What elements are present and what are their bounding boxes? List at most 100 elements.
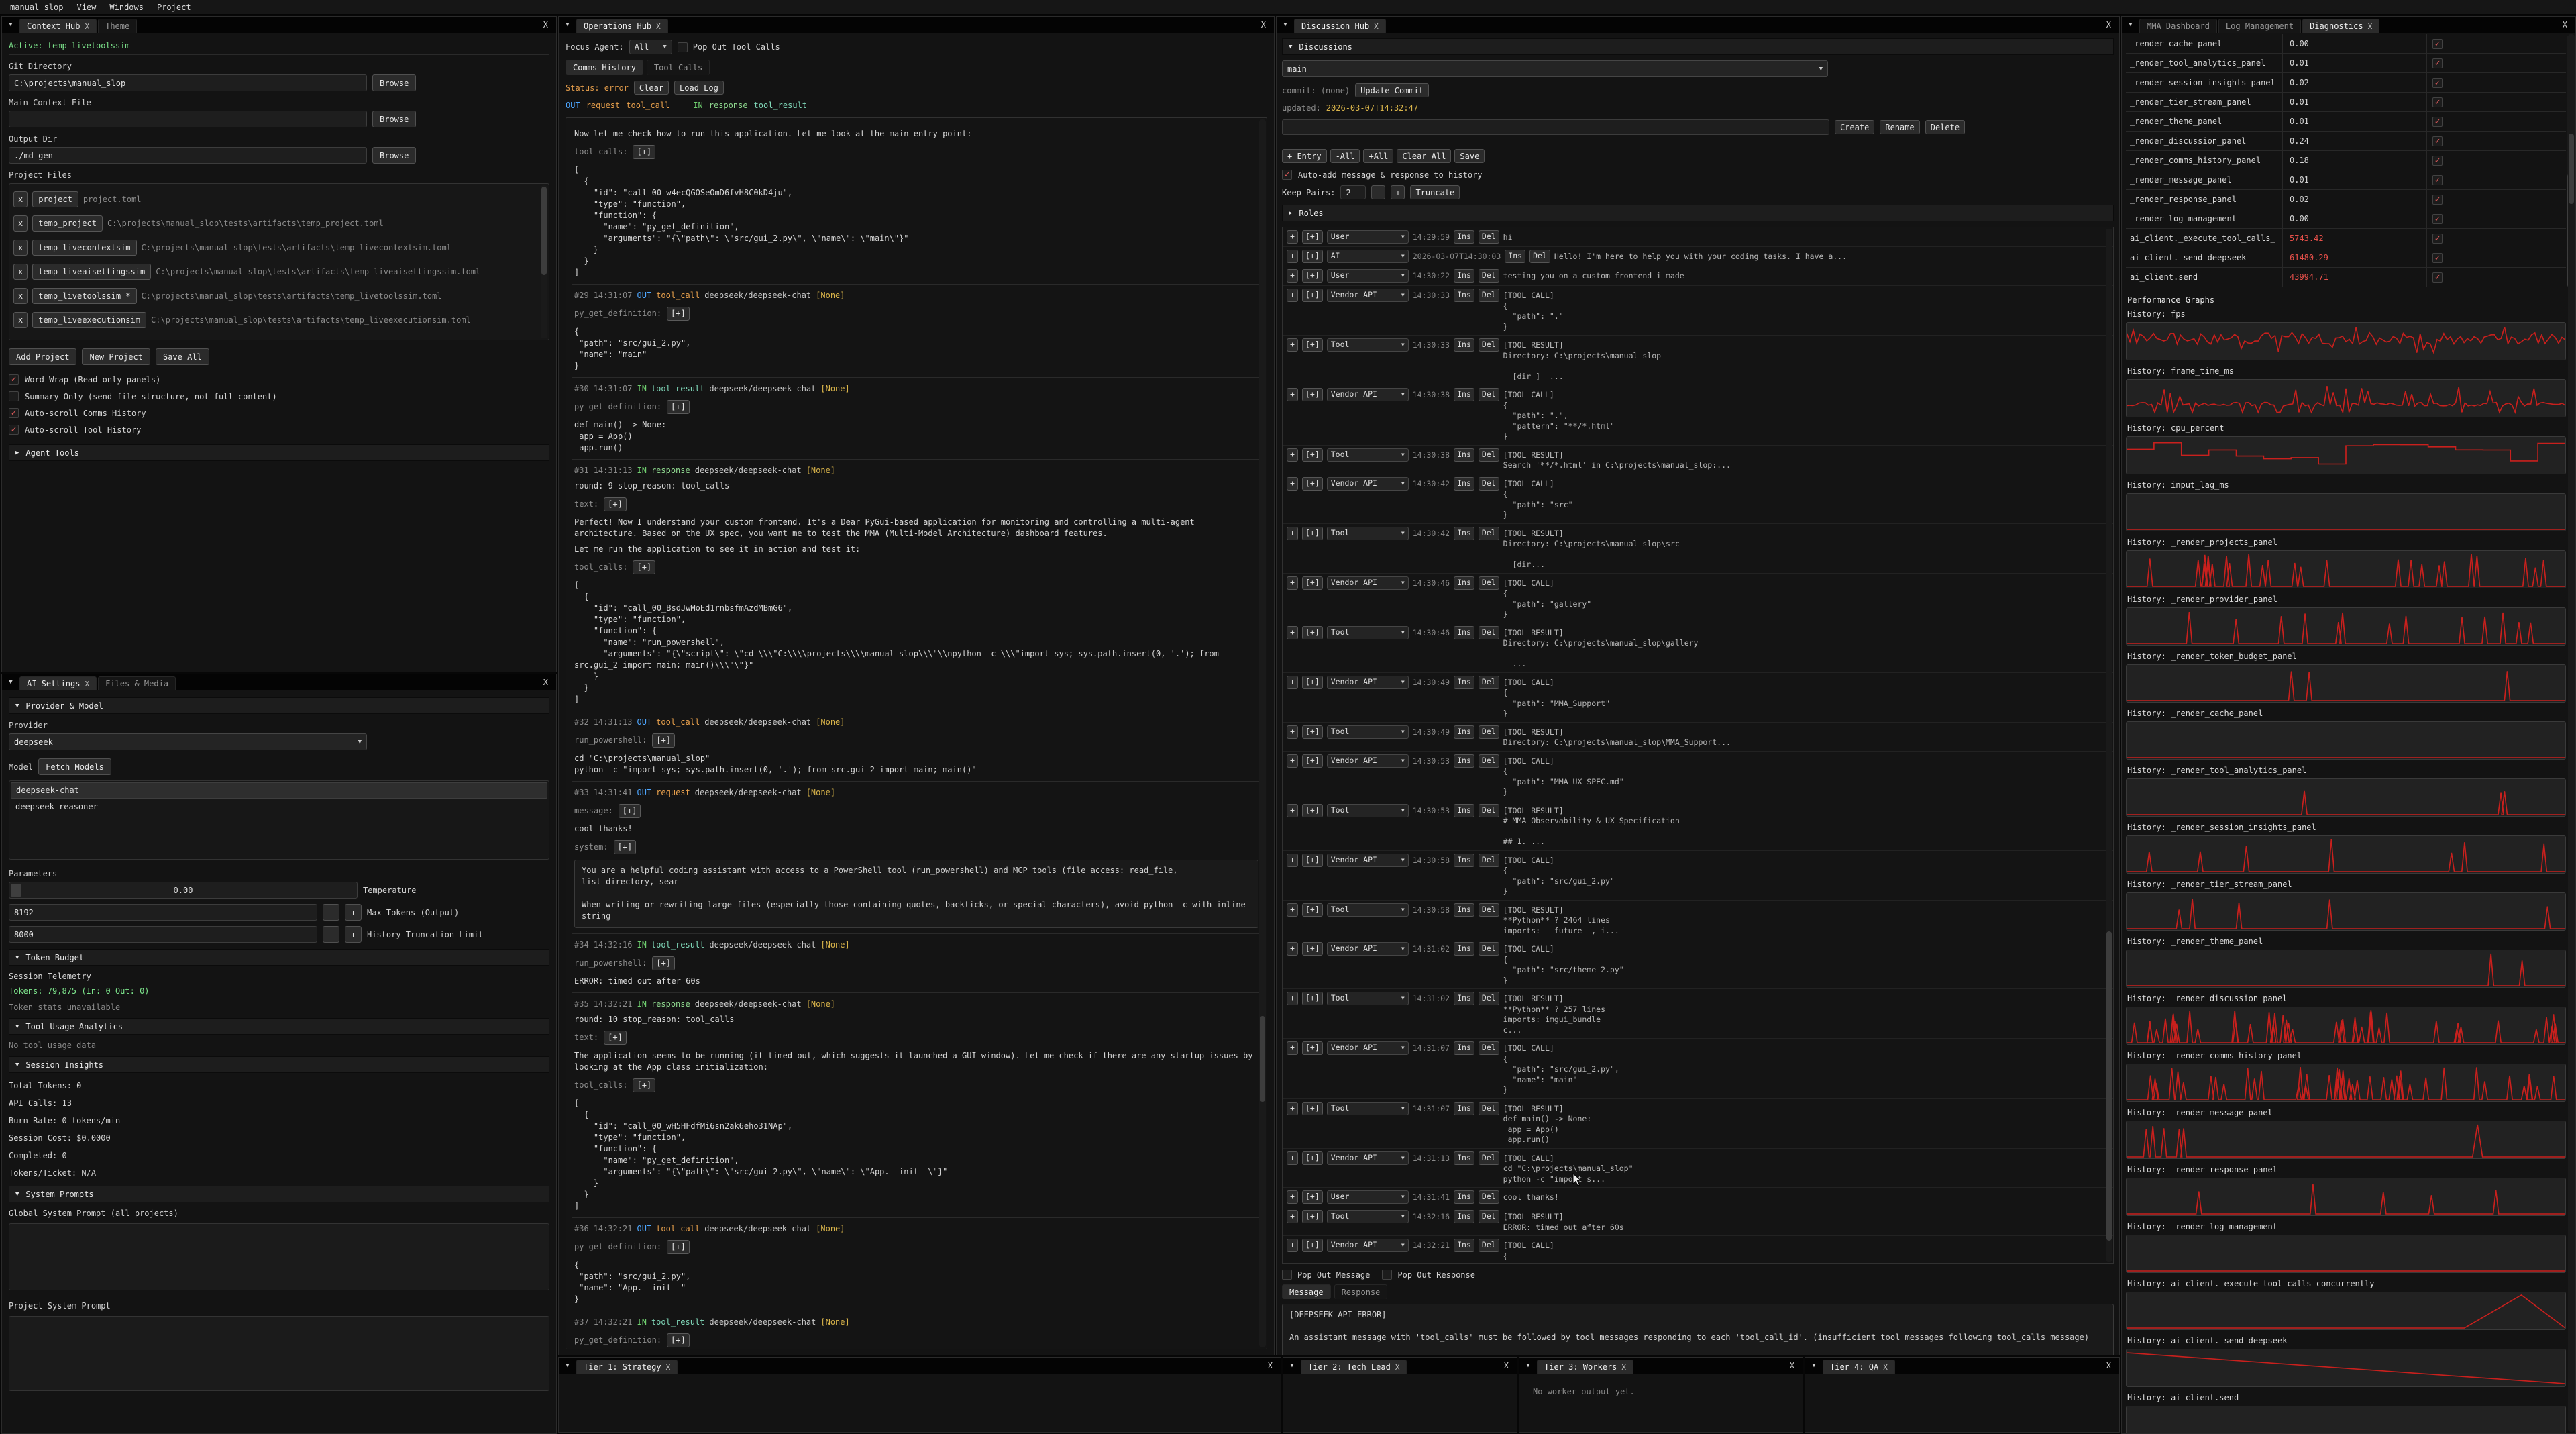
discussion-select[interactable]: main ▼ bbox=[1282, 60, 1828, 77]
temperature-slider[interactable]: 0.00 bbox=[9, 882, 358, 899]
delete-entry-button[interactable]: Del bbox=[1479, 338, 1499, 352]
add-entry-button[interactable]: + bbox=[1287, 626, 1298, 639]
expand-entry-button[interactable]: [+] bbox=[1302, 903, 1323, 917]
add-entry-button[interactable]: + bbox=[1287, 448, 1298, 462]
expand-button[interactable]: [+] bbox=[667, 1240, 690, 1254]
panel-collapse-icon[interactable]: ▼ bbox=[2, 17, 19, 33]
history--all-button[interactable]: +All bbox=[1363, 149, 1393, 163]
tab-mma-dashboard[interactable]: MMA Dashboard bbox=[2139, 19, 2217, 33]
new-project-button[interactable]: New Project bbox=[82, 348, 150, 365]
timing-checkbox[interactable]: ✓ bbox=[2432, 272, 2443, 283]
tab-close-icon[interactable]: X bbox=[666, 1363, 671, 1372]
insert-button[interactable]: Ins bbox=[1454, 804, 1474, 817]
delete-entry-button[interactable]: Del bbox=[1479, 676, 1499, 689]
update-commit-button[interactable]: Update Commit bbox=[1355, 83, 1429, 97]
file-name-button[interactable]: temp_liveexecutionsim bbox=[32, 312, 146, 328]
add-entry-button[interactable]: + bbox=[1287, 942, 1298, 956]
expand-entry-button[interactable]: [+] bbox=[1302, 754, 1323, 768]
tab-context-hub[interactable]: Context HubX bbox=[19, 19, 97, 33]
expand-entry-button[interactable]: [+] bbox=[1302, 388, 1323, 401]
clear-button[interactable]: Clear bbox=[634, 81, 669, 95]
delete-entry-button[interactable]: Del bbox=[1479, 230, 1499, 244]
expand-entry-button[interactable]: [+] bbox=[1302, 269, 1323, 283]
add-project-button[interactable]: Add Project bbox=[9, 348, 76, 365]
expand-button[interactable]: [+] bbox=[633, 1078, 655, 1092]
file-name-button[interactable]: temp_livecontextsim bbox=[32, 240, 136, 256]
history-trunc-input[interactable]: 8000 bbox=[9, 926, 317, 943]
add-entry-button[interactable]: + bbox=[1287, 1190, 1298, 1204]
expand-button[interactable]: [+] bbox=[652, 733, 675, 748]
role-select[interactable]: Vendor API▼ bbox=[1327, 754, 1409, 768]
close-icon[interactable]: X bbox=[1496, 1358, 1517, 1374]
role-select[interactable]: Vendor API▼ bbox=[1327, 289, 1409, 302]
tab-response[interactable]: Response bbox=[1334, 1284, 1388, 1299]
expand-button[interactable]: [+] bbox=[667, 1333, 690, 1347]
insert-button[interactable]: Ins bbox=[1454, 527, 1474, 540]
role-select[interactable]: User▼ bbox=[1327, 1190, 1409, 1204]
delete-entry-button[interactable]: Del bbox=[1479, 448, 1499, 462]
save-all-button[interactable]: Save All bbox=[156, 348, 209, 365]
file-name-button[interactable]: project bbox=[32, 191, 78, 207]
add-entry-button[interactable]: + bbox=[1287, 269, 1298, 283]
insert-button[interactable]: Ins bbox=[1454, 992, 1474, 1005]
close-icon[interactable]: X bbox=[535, 17, 556, 33]
expand-button[interactable]: [+] bbox=[604, 497, 627, 511]
expand-entry-button[interactable]: [+] bbox=[1302, 626, 1323, 639]
timing-checkbox[interactable]: ✓ bbox=[2432, 175, 2443, 185]
history-trunc-minus-button[interactable]: - bbox=[323, 926, 339, 943]
role-select[interactable]: Tool▼ bbox=[1327, 903, 1409, 917]
role-select[interactable]: Vendor API▼ bbox=[1327, 942, 1409, 956]
remove-file-button[interactable]: x bbox=[13, 215, 28, 232]
history-list[interactable]: +[+]User▼14:29:59InsDelhi+[+]AI▼2026-03-… bbox=[1282, 227, 2114, 1264]
timing-checkbox[interactable]: ✓ bbox=[2432, 58, 2443, 68]
insert-button[interactable]: Ins bbox=[1454, 854, 1474, 867]
keep-pairs-input[interactable]: 2 bbox=[1340, 185, 1366, 199]
add-entry-button[interactable]: + bbox=[1287, 903, 1298, 917]
insert-button[interactable]: Ins bbox=[1454, 1151, 1474, 1165]
insert-button[interactable]: Ins bbox=[1454, 230, 1474, 244]
project-prompt-textarea[interactable] bbox=[9, 1316, 549, 1391]
insert-button[interactable]: Ins bbox=[1454, 754, 1474, 768]
expand-entry-button[interactable]: [+] bbox=[1302, 804, 1323, 817]
delete-entry-button[interactable]: Del bbox=[1479, 1041, 1499, 1055]
role-select[interactable]: Vendor API▼ bbox=[1327, 1151, 1409, 1165]
remove-file-button[interactable]: x bbox=[13, 191, 28, 207]
comms-log[interactable]: Now let me check how to run this applica… bbox=[566, 117, 1267, 1349]
expand-button[interactable]: [+] bbox=[633, 560, 655, 574]
menu-item-view[interactable]: View bbox=[70, 3, 102, 12]
model-option[interactable]: deepseek-chat bbox=[11, 782, 547, 799]
insert-button[interactable]: Ins bbox=[1454, 1190, 1474, 1204]
output-dir-input[interactable]: ./md_gen bbox=[9, 147, 367, 164]
delete-entry-button[interactable]: Del bbox=[1479, 854, 1499, 867]
keep-pairs-minus-button[interactable]: - bbox=[1371, 185, 1385, 199]
role-select[interactable]: Tool▼ bbox=[1327, 725, 1409, 739]
session-insights-section-header[interactable]: ▼ Session Insights bbox=[9, 1056, 549, 1073]
insert-button[interactable]: Ins bbox=[1454, 338, 1474, 352]
panel-collapse-icon[interactable]: ▼ bbox=[2, 674, 19, 690]
rename-button[interactable]: Rename bbox=[1880, 120, 1919, 134]
add-entry-button[interactable]: + bbox=[1287, 477, 1298, 491]
delete-entry-button[interactable]: Del bbox=[1479, 477, 1499, 491]
delete-entry-button[interactable]: Del bbox=[1479, 804, 1499, 817]
close-icon[interactable]: X bbox=[2098, 1358, 2119, 1374]
tab-ai-settings[interactable]: AI SettingsX bbox=[19, 676, 97, 690]
git-browse-button[interactable]: Browse bbox=[372, 74, 416, 91]
panel-collapse-icon[interactable]: ▼ bbox=[1283, 1358, 1301, 1374]
delete-entry-button[interactable]: Del bbox=[1479, 527, 1499, 540]
history--all-button[interactable]: -All bbox=[1330, 149, 1360, 163]
file-name-button[interactable]: temp_livetoolssim * bbox=[32, 288, 136, 304]
menu-item-manual-slop[interactable]: manual slop bbox=[4, 3, 69, 12]
expand-button[interactable]: [+] bbox=[667, 400, 690, 414]
add-entry-button[interactable]: + bbox=[1287, 230, 1298, 244]
add-entry-button[interactable]: + bbox=[1287, 527, 1298, 540]
tab-close-icon[interactable]: X bbox=[1395, 1363, 1400, 1372]
close-icon[interactable]: X bbox=[1782, 1358, 1803, 1374]
delete-entry-button[interactable]: Del bbox=[1479, 1210, 1499, 1223]
checkbox[interactable] bbox=[9, 391, 19, 401]
project-files-scrollbar[interactable] bbox=[541, 185, 547, 338]
delete-entry-button[interactable]: Del bbox=[1479, 1102, 1499, 1115]
panel-collapse-icon[interactable]: ▼ bbox=[2122, 17, 2139, 33]
insert-button[interactable]: Ins bbox=[1454, 942, 1474, 956]
expand-entry-button[interactable]: [+] bbox=[1302, 250, 1323, 263]
timing-checkbox[interactable]: ✓ bbox=[2432, 214, 2443, 224]
